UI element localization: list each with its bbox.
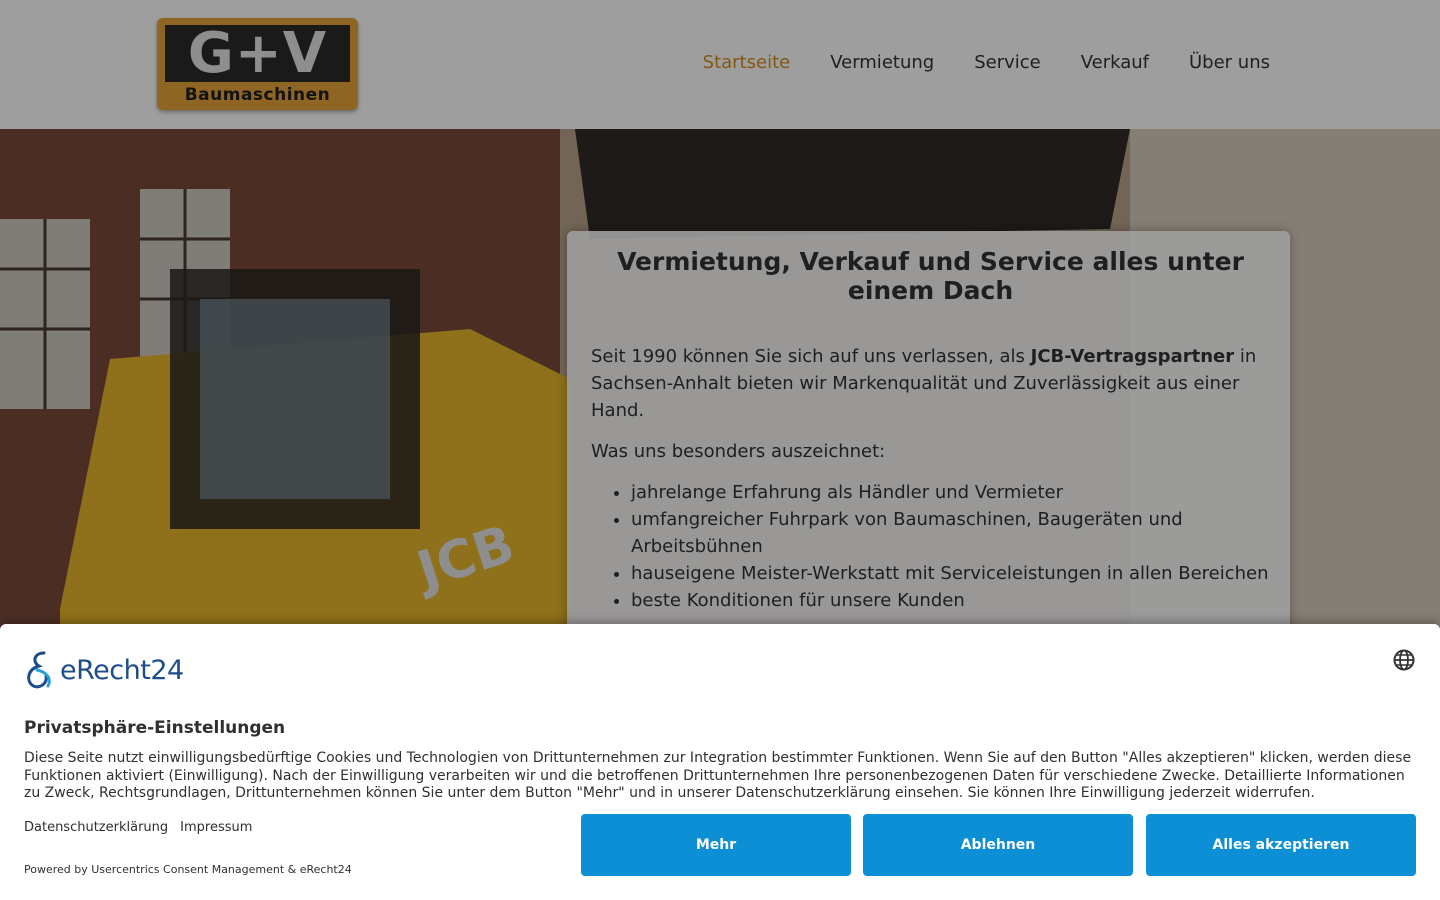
deny-button[interactable]: Ablehnen [863, 814, 1133, 876]
erecht24-logo-icon [27, 651, 51, 689]
powered-by-text: Powered by Usercentrics Consent Manageme… [24, 863, 352, 876]
consent-links: Datenschutzerklärung Impressum [24, 820, 252, 835]
accept-all-button[interactable]: Alles akzeptieren [1146, 814, 1416, 876]
privacy-policy-link[interactable]: Datenschutzerklärung [24, 820, 168, 835]
language-globe-icon[interactable] [1393, 649, 1415, 671]
consent-brand-logo: eRecht24 [24, 650, 184, 690]
imprint-link[interactable]: Impressum [180, 820, 252, 835]
more-button[interactable]: Mehr [581, 814, 851, 876]
consent-banner: eRecht24 Privatsphäre-Einstellungen Dies… [0, 624, 1440, 900]
consent-brand-name: eRecht24 [60, 654, 184, 686]
consent-title: Privatsphäre-Einstellungen [24, 718, 286, 738]
consent-description: Diese Seite nutzt einwilligungsbedürftig… [24, 750, 1412, 802]
